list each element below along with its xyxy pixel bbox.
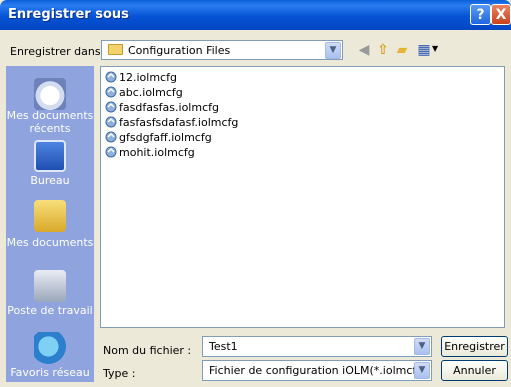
chevron-down-icon[interactable]: ▼ (414, 362, 430, 379)
folder-icon (108, 44, 123, 55)
views-menu-icon[interactable]: ▦ (415, 41, 433, 59)
file-type-select[interactable]: Fichier de configuration iOLM(*.iolmcfg)… (202, 360, 432, 381)
save-in-dropdown[interactable]: Configuration Files ▼ (101, 40, 343, 60)
save-in-label: Enregistrer dans : (10, 45, 108, 58)
my-computer-icon (34, 270, 66, 302)
file-name: fasfasfsdafasf.iolmcfg (119, 116, 239, 129)
up-folder-icon[interactable]: ⇧ (374, 41, 392, 59)
config-file-icon (105, 146, 118, 158)
config-file-icon (105, 116, 118, 128)
place-my-computer[interactable]: Poste de travail (6, 270, 94, 320)
file-list[interactable]: 12.iolmcfg abc.iolmcfg fasdfasfas.iolmcf… (100, 66, 505, 328)
config-file-icon (105, 131, 118, 143)
close-button[interactable]: X (491, 4, 511, 25)
file-name: abc.iolmcfg (119, 86, 183, 99)
config-file-icon (105, 71, 118, 83)
file-type-value: Fichier de configuration iOLM(*.iolmcfg) (209, 364, 428, 377)
place-label: Favoris réseau (10, 366, 90, 379)
file-name: 12.iolmcfg (119, 71, 177, 84)
save-button[interactable]: Enregistrer (441, 336, 508, 357)
file-name-label: Nom du fichier : (103, 344, 192, 357)
file-name: gfsdgfaff.iolmcfg (119, 131, 212, 144)
file-name: mohit.iolmcfg (119, 146, 195, 159)
place-my-documents[interactable]: Mes documents (6, 200, 94, 250)
file-name-input[interactable]: Test1 ▼ (202, 336, 432, 357)
place-label: Mes documents récents (6, 109, 94, 135)
file-name-value: Test1 (209, 340, 238, 353)
recent-documents-icon (34, 78, 66, 110)
file-type-label: Type : (103, 367, 136, 380)
save-in-value: Configuration Files (128, 44, 231, 57)
config-file-icon (105, 86, 118, 98)
place-label: Poste de travail (7, 304, 93, 317)
place-recent-documents[interactable]: Mes documents récents (6, 72, 94, 135)
new-folder-icon[interactable]: ▰ (393, 41, 411, 59)
place-desktop[interactable]: Bureau (6, 140, 94, 190)
my-documents-icon (34, 200, 66, 232)
place-label: Bureau (30, 174, 70, 187)
chevron-down-icon[interactable]: ▼ (414, 338, 430, 355)
chevron-down-icon[interactable]: ▼ (325, 42, 341, 59)
place-label: Mes documents (6, 236, 94, 249)
desktop-icon (34, 140, 66, 172)
dialog-title: Enregistrer sous (8, 7, 129, 22)
config-file-icon (105, 101, 118, 113)
chevron-down-icon[interactable]: ▼ (432, 44, 438, 53)
back-icon[interactable]: ◀ (355, 41, 373, 59)
cancel-button[interactable]: Annuler (441, 360, 508, 381)
network-icon (34, 332, 66, 364)
place-network[interactable]: Favoris réseau (6, 332, 94, 382)
file-name: fasdfasfas.iolmcfg (119, 101, 219, 114)
help-button[interactable]: ? (470, 4, 491, 25)
